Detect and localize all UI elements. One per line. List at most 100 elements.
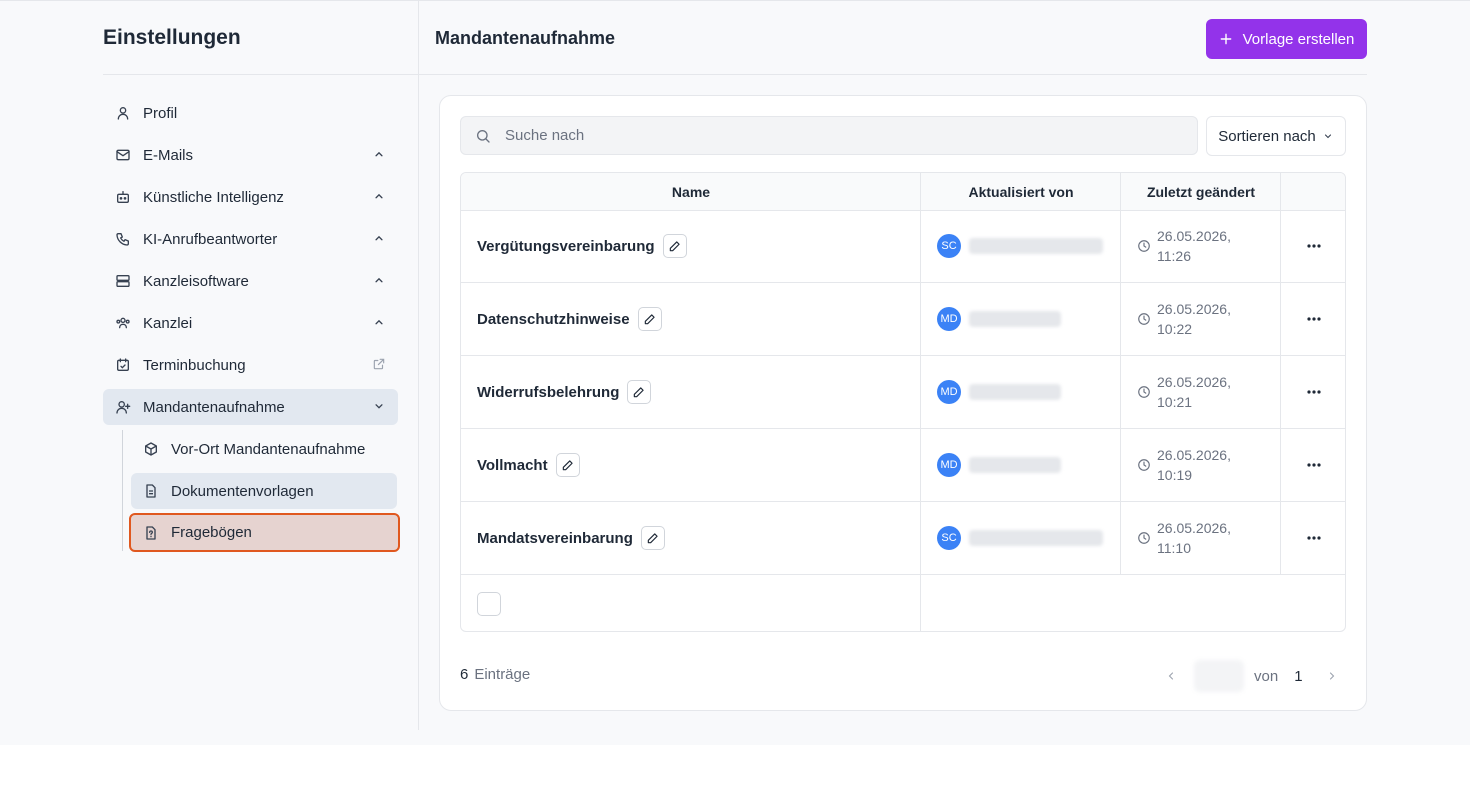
plus-icon xyxy=(1219,32,1233,46)
blurred-user-name xyxy=(969,238,1103,254)
bot-icon xyxy=(115,189,131,205)
users-icon xyxy=(115,315,131,331)
blurred-user-name xyxy=(969,311,1061,327)
next-page-button[interactable] xyxy=(1321,670,1343,682)
more-horizontal-icon xyxy=(1307,317,1321,321)
pencil-icon xyxy=(669,241,680,252)
more-horizontal-icon xyxy=(1307,390,1321,394)
more-actions-button[interactable] xyxy=(1281,502,1345,574)
sidebar-divider xyxy=(103,74,418,75)
modified-time: 10:21 xyxy=(1157,394,1193,410)
chevron-right-icon xyxy=(1329,672,1334,680)
template-name: Widerrufsbelehrung xyxy=(477,383,620,401)
pagination-of-label: von xyxy=(1254,667,1279,685)
header-last-modified[interactable]: Zuletzt geändert xyxy=(1121,173,1281,210)
table-row[interactable]: Widerrufsbelehrung MD 26.05.2026, 10:21 xyxy=(461,356,1345,429)
avatar: SC xyxy=(937,526,961,550)
sidebar-item-terminbuchung[interactable]: Terminbuchung xyxy=(103,347,398,383)
table-row-empty xyxy=(461,575,1345,631)
more-actions-button[interactable] xyxy=(1281,283,1345,355)
sort-label: Sortieren nach xyxy=(1218,127,1316,145)
modified-date: 26.05.2026, xyxy=(1157,520,1231,536)
avatar: MD xyxy=(937,380,961,404)
file-text-icon xyxy=(143,483,159,499)
table-row[interactable]: Vollmacht MD 26.05.2026, 10:19 xyxy=(461,429,1345,502)
edit-button[interactable] xyxy=(637,307,662,331)
sidebar-item-kanzleisoftware[interactable]: Kanzleisoftware xyxy=(103,263,398,299)
sidebar-subitem-label: Dokumentenvorlagen xyxy=(171,482,314,500)
package-icon xyxy=(143,441,159,457)
entry-count: 6 Einträge xyxy=(460,666,530,683)
chevron-left-icon xyxy=(1168,672,1174,680)
header-name[interactable]: Name xyxy=(461,173,921,210)
modified-date: 26.05.2026, xyxy=(1157,301,1231,317)
sidebar-subitem-frageboegen[interactable]: Fragebögen xyxy=(129,513,400,552)
edit-button[interactable] xyxy=(662,234,687,258)
more-horizontal-icon xyxy=(1307,463,1321,467)
search-icon xyxy=(475,128,491,144)
sidebar-subitem-vor-ort[interactable]: Vor-Ort Mandantenaufnahme xyxy=(131,431,397,467)
more-actions-button[interactable] xyxy=(1281,356,1345,428)
sidebar-subitem-dokumentenvorlagen[interactable]: Dokumentenvorlagen xyxy=(131,473,397,509)
entry-count-label: Einträge xyxy=(474,666,531,683)
clock-icon xyxy=(1137,531,1151,545)
modified-time: 11:26 xyxy=(1157,248,1191,264)
sidebar-item-label: Profil xyxy=(143,104,178,122)
search-box[interactable] xyxy=(460,116,1198,155)
create-template-button[interactable]: Vorlage erstellen xyxy=(1206,19,1367,59)
create-template-label: Vorlage erstellen xyxy=(1242,30,1355,48)
search-input[interactable] xyxy=(505,127,1165,144)
pencil-icon xyxy=(634,387,645,398)
sort-button[interactable]: Sortieren nach xyxy=(1206,116,1346,156)
table-row[interactable]: Mandatsvereinbarung SC 26.05.2026, 11:10 xyxy=(461,502,1345,575)
sidebar-item-profil[interactable]: Profil xyxy=(103,95,398,131)
sidebar-item-kanzlei[interactable]: Kanzlei xyxy=(103,305,398,341)
templates-table: Name Aktualisiert von Zuletzt geändert V… xyxy=(460,172,1346,632)
column-divider xyxy=(1280,173,1281,575)
sidebar-item-label: Kanzleisoftware xyxy=(143,272,249,290)
sidebar-item-label: Künstliche Intelligenz xyxy=(143,188,284,206)
page-number-input[interactable] xyxy=(1194,660,1244,692)
sidebar-item-label: Mandantenaufnahme xyxy=(143,398,285,416)
blurred-user-name xyxy=(969,384,1061,400)
settings-sidebar: Einstellungen Profil E-Mails Künstliche … xyxy=(103,0,418,745)
template-name: Datenschutzhinweise xyxy=(477,310,630,328)
pagination: von 1 xyxy=(1160,656,1350,696)
header-updated-by[interactable]: Aktualisiert von xyxy=(921,173,1121,210)
edit-button[interactable] xyxy=(627,380,652,404)
edit-button[interactable] xyxy=(555,453,580,477)
more-actions-button[interactable] xyxy=(1281,210,1345,282)
modified-time: 10:22 xyxy=(1157,321,1193,337)
calendar-check-icon xyxy=(115,357,131,373)
sidebar-subitem-label: Vor-Ort Mandantenaufnahme xyxy=(171,440,366,458)
more-horizontal-icon xyxy=(1307,244,1321,248)
chevron-down-icon xyxy=(372,399,386,413)
edit-button[interactable] xyxy=(640,526,665,550)
sidebar-item-mandantenaufnahme[interactable]: Mandantenaufnahme xyxy=(103,389,398,425)
user-icon xyxy=(115,105,131,121)
chevron-up-icon xyxy=(372,231,386,245)
column-divider xyxy=(920,173,921,631)
table-row[interactable]: Vergütungsvereinbarung SC 26.05.2026, 11:… xyxy=(461,210,1345,283)
prev-page-button[interactable] xyxy=(1160,670,1182,682)
clock-icon xyxy=(1137,458,1151,472)
clock-icon xyxy=(1137,312,1151,326)
sidebar-item-ki[interactable]: Künstliche Intelligenz xyxy=(103,179,398,215)
sidebar-item-emails[interactable]: E-Mails xyxy=(103,137,398,173)
server-icon xyxy=(115,273,131,289)
mail-icon xyxy=(115,147,131,163)
blurred-user-name xyxy=(969,530,1103,546)
modified-date: 26.05.2026, xyxy=(1157,374,1231,390)
more-actions-button[interactable] xyxy=(1281,429,1345,501)
chevron-up-icon xyxy=(372,147,386,161)
table-header: Name Aktualisiert von Zuletzt geändert xyxy=(461,173,1345,211)
sidebar-item-label: Kanzlei xyxy=(143,314,193,332)
chevron-up-icon xyxy=(372,189,386,203)
table-row[interactable]: Datenschutzhinweise MD 26.05.2026, 10:22 xyxy=(461,283,1345,356)
row-checkbox[interactable] xyxy=(477,592,501,616)
submenu-line xyxy=(122,430,123,551)
column-divider xyxy=(1120,173,1121,575)
template-name: Vergütungsvereinbarung xyxy=(477,237,655,255)
clock-icon xyxy=(1137,239,1151,253)
sidebar-item-ki-anrufbeantworter[interactable]: KI-Anrufbeantworter xyxy=(103,221,398,257)
